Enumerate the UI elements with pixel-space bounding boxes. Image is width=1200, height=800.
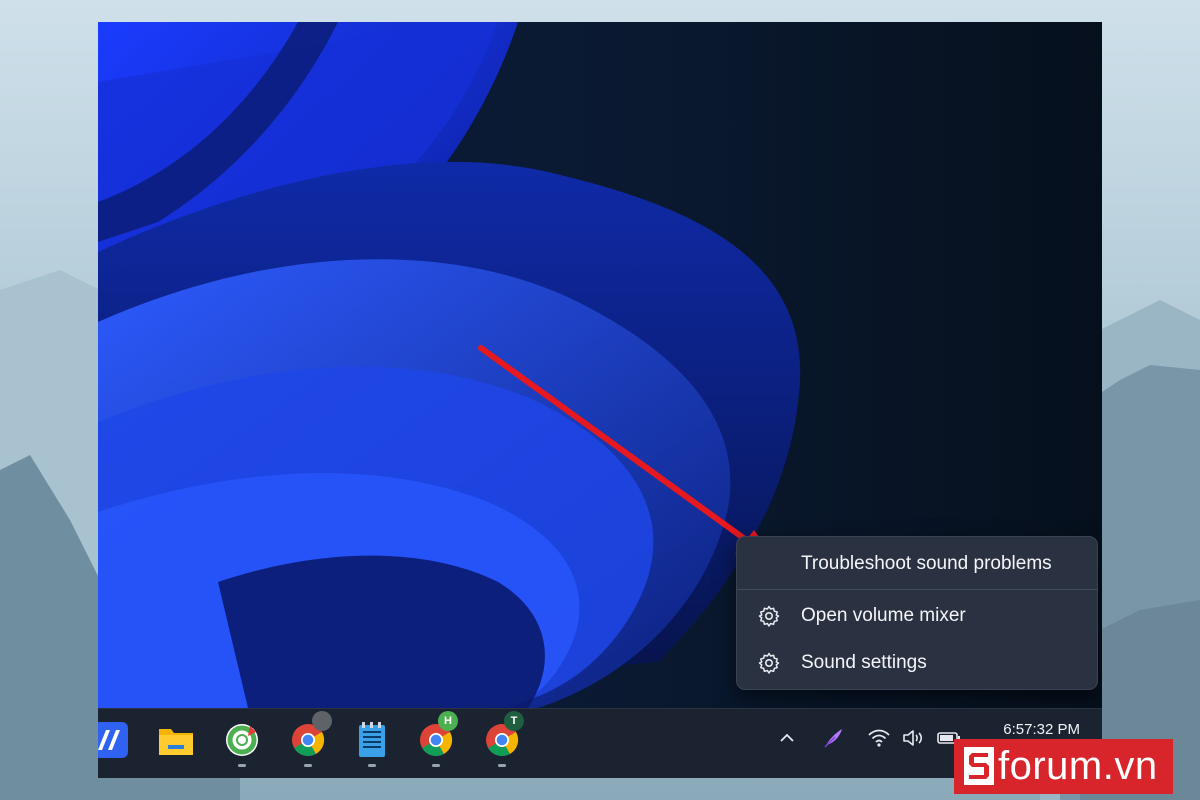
app-launcher-button[interactable] xyxy=(98,719,130,761)
profile-badge-t: T xyxy=(504,711,524,731)
menu-item-open-volume-mixer[interactable]: Open volume mixer xyxy=(737,594,1097,638)
wifi-icon xyxy=(868,729,890,747)
chrome-profile-h-button[interactable]: H xyxy=(416,711,458,767)
speaker-icon xyxy=(903,730,923,746)
watermark-text: forum.vn xyxy=(998,744,1158,788)
running-indicator xyxy=(368,764,376,767)
notepad-icon xyxy=(359,722,385,757)
running-indicator xyxy=(498,764,506,767)
menu-separator xyxy=(737,589,1097,590)
sound-context-menu: Troubleshoot sound problems Open volume … xyxy=(736,536,1098,690)
running-indicator xyxy=(304,764,312,767)
clock-time[interactable]: 6:57:32 PM xyxy=(1003,721,1080,738)
feather-icon xyxy=(824,729,842,748)
profile-badge-h: H xyxy=(438,711,458,731)
chrome-profile-t-button[interactable]: T xyxy=(482,711,524,767)
show-hidden-icons-button[interactable] xyxy=(774,725,800,751)
notepad-button[interactable] xyxy=(352,719,392,767)
gear-icon xyxy=(758,605,780,627)
desktop-screen: Troubleshoot sound problems Open volume … xyxy=(98,22,1102,778)
chrome-profile-photo-button[interactable] xyxy=(288,711,332,767)
file-explorer-button[interactable] xyxy=(156,719,196,761)
sforum-logo-icon xyxy=(964,747,994,785)
running-indicator xyxy=(432,764,440,767)
gear-icon xyxy=(758,652,780,674)
app-launcher-icon xyxy=(98,722,128,758)
coccoc-browser-icon xyxy=(226,724,258,756)
running-indicator xyxy=(238,764,246,767)
sforum-watermark: forum.vn xyxy=(954,739,1173,794)
profile-avatar-photo xyxy=(312,711,332,731)
menu-item-troubleshoot-sound[interactable]: Troubleshoot sound problems xyxy=(737,542,1097,586)
file-explorer-icon xyxy=(159,729,193,755)
coccoc-browser-button[interactable] xyxy=(222,719,262,767)
tray-app-button[interactable] xyxy=(820,725,846,751)
menu-item-sound-settings[interactable]: Sound settings xyxy=(737,641,1097,685)
volume-button[interactable] xyxy=(900,725,926,751)
chevron-up-icon xyxy=(780,733,794,742)
taskbar: H T 6:57:32 PM xyxy=(98,708,1102,778)
network-button[interactable] xyxy=(866,725,892,751)
